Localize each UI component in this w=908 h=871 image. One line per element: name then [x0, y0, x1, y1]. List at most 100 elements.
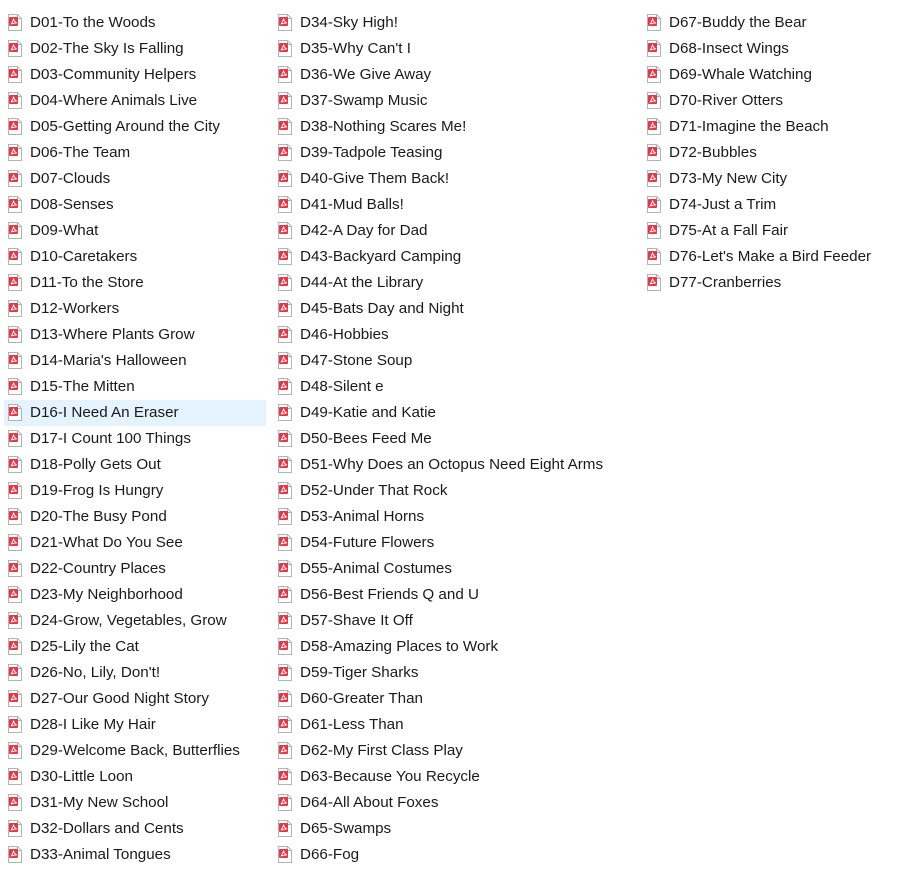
file-item[interactable]: D45-Bats Day and Night [274, 296, 634, 322]
file-name: D49-Katie and Katie [300, 404, 436, 421]
file-item[interactable]: D76-Let's Make a Bird Feeder [643, 244, 905, 270]
file-item[interactable]: D12-Workers [4, 296, 266, 322]
file-item[interactable]: D77-Cranberries [643, 270, 905, 296]
file-item[interactable]: D35-Why Can't I [274, 36, 634, 62]
file-item[interactable]: D68-Insect Wings [643, 36, 905, 62]
file-name: D12-Workers [30, 300, 120, 317]
file-item[interactable]: D59-Tiger Sharks [274, 660, 634, 686]
file-name: D32-Dollars and Cents [30, 820, 184, 837]
file-item[interactable]: D33-Animal Tongues [4, 842, 266, 868]
pdf-file-icon [278, 144, 292, 161]
pdf-file-icon [278, 274, 292, 291]
file-item[interactable]: D32-Dollars and Cents [4, 816, 266, 842]
file-item[interactable]: D38-Nothing Scares Me! [274, 114, 634, 140]
file-item[interactable]: D50-Bees Feed Me [274, 426, 634, 452]
file-item[interactable]: D14-Maria's Halloween [4, 348, 266, 374]
pdf-file-icon [278, 716, 292, 733]
file-item[interactable]: D08-Senses [4, 192, 266, 218]
file-item[interactable]: D20-The Busy Pond [4, 504, 266, 530]
pdf-file-icon [278, 378, 292, 395]
file-item[interactable]: D75-At a Fall Fair [643, 218, 905, 244]
file-item[interactable]: D65-Swamps [274, 816, 634, 842]
file-item[interactable]: D48-Silent e [274, 374, 634, 400]
file-item[interactable]: D03-Community Helpers [4, 62, 266, 88]
file-item[interactable]: D41-Mud Balls! [274, 192, 634, 218]
file-item[interactable]: D10-Caretakers [4, 244, 266, 270]
file-item[interactable]: D46-Hobbies [274, 322, 634, 348]
file-item[interactable]: D06-The Team [4, 140, 266, 166]
file-item[interactable]: D67-Buddy the Bear [643, 10, 905, 36]
file-item[interactable]: D01-To the Woods [4, 10, 266, 36]
file-item[interactable]: D34-Sky High! [274, 10, 634, 36]
file-name: D66-Fog [300, 846, 360, 863]
file-name: D06-The Team [30, 144, 131, 161]
file-item[interactable]: D15-The Mitten [4, 374, 266, 400]
file-name: D16-I Need An Eraser [30, 404, 179, 421]
file-item[interactable]: D17-I Count 100 Things [4, 426, 266, 452]
file-item[interactable]: D39-Tadpole Teasing [274, 140, 634, 166]
file-name: D09-What [30, 222, 99, 239]
pdf-file-icon [278, 40, 292, 57]
file-item[interactable]: D42-A Day for Dad [274, 218, 634, 244]
file-item[interactable]: D49-Katie and Katie [274, 400, 634, 426]
file-item[interactable]: D13-Where Plants Grow [4, 322, 266, 348]
file-item[interactable]: D16-I Need An Eraser [4, 400, 266, 426]
file-item[interactable]: D36-We Give Away [274, 62, 634, 88]
file-item[interactable]: D57-Shave It Off [274, 608, 634, 634]
file-item[interactable]: D52-Under That Rock [274, 478, 634, 504]
file-item[interactable]: D24-Grow, Vegetables, Grow [4, 608, 266, 634]
file-item[interactable]: D69-Whale Watching [643, 62, 905, 88]
file-item[interactable]: D62-My First Class Play [274, 738, 634, 764]
file-item[interactable]: D05-Getting Around the City [4, 114, 266, 140]
file-item[interactable]: D40-Give Them Back! [274, 166, 634, 192]
file-item[interactable]: D22-Country Places [4, 556, 266, 582]
pdf-file-icon [8, 508, 22, 525]
pdf-file-icon [278, 482, 292, 499]
file-name: D24-Grow, Vegetables, Grow [30, 612, 227, 629]
file-item[interactable]: D73-My New City [643, 166, 905, 192]
file-item[interactable]: D23-My Neighborhood [4, 582, 266, 608]
file-item[interactable]: D28-I Like My Hair [4, 712, 266, 738]
file-item[interactable]: D61-Less Than [274, 712, 634, 738]
file-item[interactable]: D72-Bubbles [643, 140, 905, 166]
file-item[interactable]: D19-Frog Is Hungry [4, 478, 266, 504]
file-item[interactable]: D70-River Otters [643, 88, 905, 114]
file-name: D08-Senses [30, 196, 114, 213]
file-item[interactable]: D58-Amazing Places to Work [274, 634, 634, 660]
pdf-file-icon [647, 222, 661, 239]
file-item[interactable]: D74-Just a Trim [643, 192, 905, 218]
file-item[interactable]: D25-Lily the Cat [4, 634, 266, 660]
file-name: D27-Our Good Night Story [30, 690, 209, 707]
file-item[interactable]: D02-The Sky Is Falling [4, 36, 266, 62]
file-item[interactable]: D56-Best Friends Q and U [274, 582, 634, 608]
pdf-file-icon [278, 612, 292, 629]
file-item[interactable]: D27-Our Good Night Story [4, 686, 266, 712]
file-item[interactable]: D04-Where Animals Live [4, 88, 266, 114]
file-name: D34-Sky High! [300, 14, 398, 31]
file-name: D43-Backyard Camping [300, 248, 462, 265]
file-item[interactable]: D66-Fog [274, 842, 634, 868]
file-item[interactable]: D09-What [4, 218, 266, 244]
file-item[interactable]: D21-What Do You See [4, 530, 266, 556]
file-item[interactable]: D60-Greater Than [274, 686, 634, 712]
file-item[interactable]: D43-Backyard Camping [274, 244, 634, 270]
file-item[interactable]: D51-Why Does an Octopus Need Eight Arms [274, 452, 634, 478]
file-item[interactable]: D07-Clouds [4, 166, 266, 192]
file-item[interactable]: D53-Animal Horns [274, 504, 634, 530]
file-item[interactable]: D64-All About Foxes [274, 790, 634, 816]
file-item[interactable]: D54-Future Flowers [274, 530, 634, 556]
file-item[interactable]: D18-Polly Gets Out [4, 452, 266, 478]
file-item[interactable]: D29-Welcome Back, Butterflies [4, 738, 266, 764]
file-item[interactable]: D31-My New School [4, 790, 266, 816]
file-item[interactable]: D47-Stone Soup [274, 348, 634, 374]
file-item[interactable]: D30-Little Loon [4, 764, 266, 790]
file-item[interactable]: D71-Imagine the Beach [643, 114, 905, 140]
file-item[interactable]: D63-Because You Recycle [274, 764, 634, 790]
file-item[interactable]: D26-No, Lily, Don't! [4, 660, 266, 686]
file-item[interactable]: D55-Animal Costumes [274, 556, 634, 582]
file-item[interactable]: D11-To the Store [4, 270, 266, 296]
file-item[interactable]: D44-At the Library [274, 270, 634, 296]
pdf-file-icon [647, 66, 661, 83]
file-item[interactable]: D37-Swamp Music [274, 88, 634, 114]
pdf-file-icon [8, 612, 22, 629]
